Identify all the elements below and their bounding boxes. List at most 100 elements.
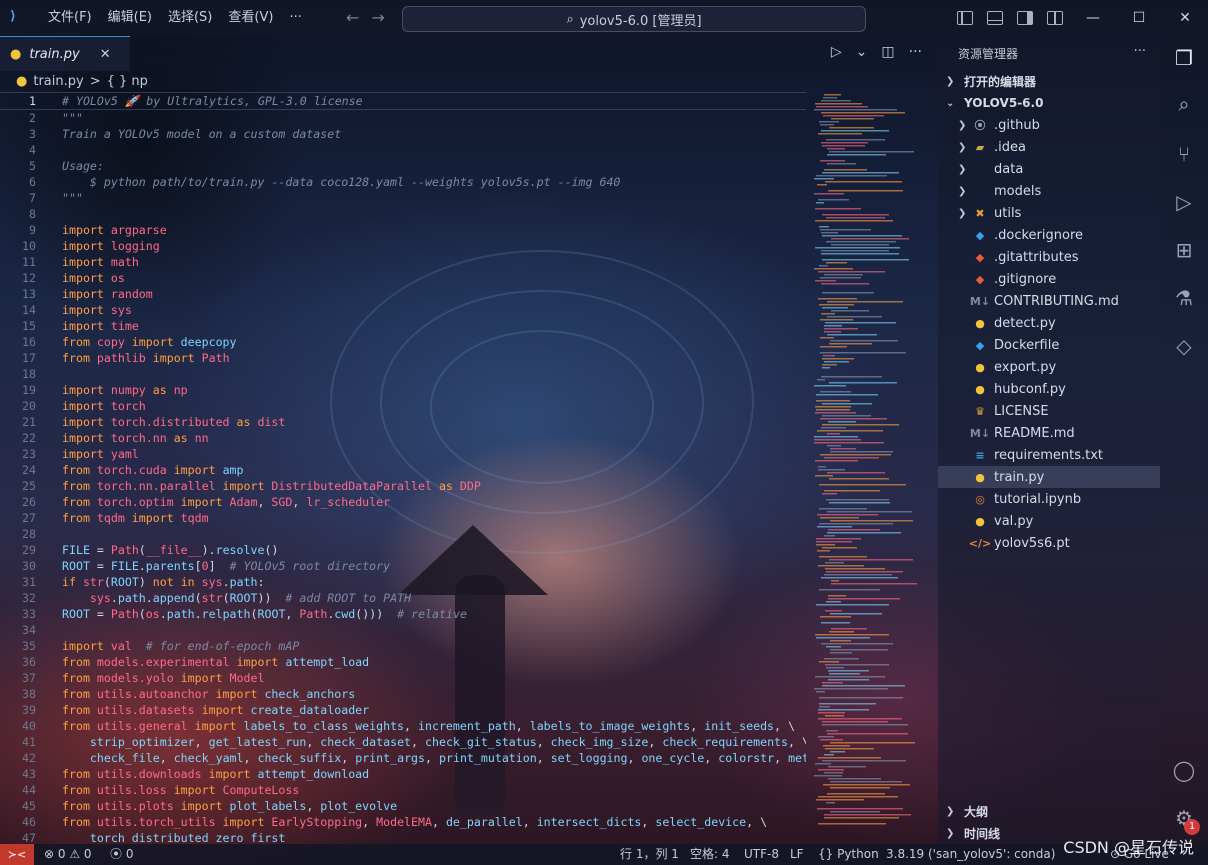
code-line[interactable]: 11 import math (0, 254, 806, 270)
menu-view[interactable]: 查看(V) (220, 0, 281, 36)
code-line[interactable]: 18 (0, 366, 806, 382)
tree-folder[interactable]: ❯ ✖ utils (938, 202, 1160, 224)
code-line[interactable]: 32 sys.path.append(str(ROOT)) # add ROOT… (0, 590, 806, 606)
code-line[interactable]: 46 from utils.torch_utils import EarlySto… (0, 814, 806, 830)
code-editor[interactable]: 1 # YOLOv5 🚀 by Ultralytics, GPL-3.0 lice… (0, 92, 806, 844)
tree-file[interactable]: ● train.py (938, 466, 1160, 488)
menu-selection[interactable]: 选择(S) (160, 0, 220, 36)
remote-explorer-icon[interactable]: ◇ (1172, 334, 1196, 358)
end-of-line[interactable]: LF (790, 844, 804, 865)
command-center-search[interactable]: ⌕ yolov5-6.0 [管理员] (402, 6, 866, 32)
code-line[interactable]: 27 from tqdm import tqdm (0, 510, 806, 526)
code-line[interactable]: 40 from utils.general import labels_to_cl… (0, 718, 806, 734)
breadcrumb-symbol[interactable]: { } np (107, 74, 148, 89)
code-line[interactable]: 39 from utils.datasets import create_data… (0, 702, 806, 718)
code-line[interactable]: 42 check_file, check_yaml, check_suffix,… (0, 750, 806, 766)
code-line[interactable]: 8 (0, 206, 806, 222)
tree-file[interactable]: ◆ .gitignore (938, 268, 1160, 290)
code-line[interactable]: 17 from pathlib import Path (0, 350, 806, 366)
code-line[interactable]: 5 Usage: (0, 158, 806, 174)
code-line[interactable]: 43 from utils.downloads import attempt_do… (0, 766, 806, 782)
code-line[interactable]: 38 from utils.autoanchor import check_anc… (0, 686, 806, 702)
problems-indicator[interactable]: ⊗ 0 ⚠ 0 (44, 844, 92, 865)
open-editors-section[interactable]: ❯ 打开的编辑器 (938, 70, 1160, 92)
code-line[interactable]: 31 if str(ROOT) not in sys.path: (0, 574, 806, 590)
ports-indicator[interactable]: ⦿ 0 (110, 844, 133, 865)
tree-file[interactable]: ● val.py (938, 510, 1160, 532)
code-line[interactable]: 37 from models.yolo import Model (0, 670, 806, 686)
chevron-down-icon[interactable]: ⌄ (856, 44, 868, 60)
code-line[interactable]: 41 strip_optimizer, get_latest_run, chec… (0, 734, 806, 750)
back-arrow-icon[interactable]: ← (346, 8, 359, 27)
tree-file[interactable]: ≡ requirements.txt (938, 444, 1160, 466)
code-line[interactable]: 3 Train a YOLOv5 model on a custom datase… (0, 126, 806, 142)
run-python-icon[interactable]: ▷ (831, 44, 842, 60)
testing-flask-icon[interactable]: ⚗ (1172, 286, 1196, 310)
tab-train-py[interactable]: ● train.py ✕ (0, 36, 130, 71)
maximize-button[interactable]: ☐ (1116, 0, 1162, 36)
menu-edit[interactable]: 编辑(E) (100, 0, 160, 36)
code-line[interactable]: 15 import time (0, 318, 806, 334)
toggle-panel-icon[interactable] (987, 11, 1003, 25)
tree-folder[interactable]: ❯ ⦿ .github (938, 114, 1160, 136)
code-line[interactable]: 29 FILE = Path(__file__).resolve() (0, 542, 806, 558)
split-editor-icon[interactable]: ◫ (881, 44, 894, 60)
code-line[interactable]: 2 """ (0, 110, 806, 126)
code-line[interactable]: 23 import yaml (0, 446, 806, 462)
code-line[interactable]: 26 from torch.optim import Adam, SGD, lr_… (0, 494, 806, 510)
tree-file[interactable]: ● hubconf.py (938, 378, 1160, 400)
cursor-position[interactable]: 行 1，列 1 (620, 844, 679, 865)
tree-file[interactable]: ● export.py (938, 356, 1160, 378)
tree-file[interactable]: ♛ LICENSE (938, 400, 1160, 422)
tree-file[interactable]: ◎ tutorial.ipynb (938, 488, 1160, 510)
code-line[interactable]: 9 import argparse (0, 222, 806, 238)
source-control-icon[interactable]: ⑂ (1172, 142, 1196, 166)
code-line[interactable]: 33 ROOT = Path(os.path.relpath(ROOT, Path… (0, 606, 806, 622)
code-line[interactable]: 16 from copy import deepcopy (0, 334, 806, 350)
tree-folder[interactable]: ❯ models (938, 180, 1160, 202)
toggle-primary-sidebar-icon[interactable] (957, 11, 973, 25)
tree-folder[interactable]: ❯ ▰ .idea (938, 136, 1160, 158)
code-line[interactable]: 19 import numpy as np (0, 382, 806, 398)
forward-arrow-icon[interactable]: → (371, 8, 384, 27)
project-root-section[interactable]: ⌄ YOLOV5-6.0 (938, 92, 1160, 114)
outline-section[interactable]: ❯ 大纲 (938, 800, 1160, 822)
tree-file[interactable]: ◆ .gitattributes (938, 246, 1160, 268)
tree-file[interactable]: ◆ Dockerfile (938, 334, 1160, 356)
tree-file[interactable]: ● detect.py (938, 312, 1160, 334)
code-line[interactable]: 20 import torch (0, 398, 806, 414)
python-interpreter[interactable]: 3.8.19 ('san_yolov5': conda) (886, 844, 1055, 865)
tree-file[interactable]: M↓ CONTRIBUTING.md (938, 290, 1160, 312)
code-line[interactable]: 6 $ python path/to/train.py --data coco1… (0, 174, 806, 190)
code-line[interactable]: 1 # YOLOv5 🚀 by Ultralytics, GPL-3.0 lice… (0, 92, 806, 110)
code-line[interactable]: 22 import torch.nn as nn (0, 430, 806, 446)
code-line[interactable]: 44 from utils.loss import ComputeLoss (0, 782, 806, 798)
code-line[interactable]: 36 from models.experimental import attemp… (0, 654, 806, 670)
code-line[interactable]: 24 from torch.cuda import amp (0, 462, 806, 478)
code-line[interactable]: 30 ROOT = FILE.parents[0] # YOLOv5 root d… (0, 558, 806, 574)
encoding[interactable]: UTF-8 (744, 844, 779, 865)
customize-layout-icon[interactable] (1047, 11, 1063, 25)
code-line[interactable]: 4 (0, 142, 806, 158)
code-line[interactable]: 45 from utils.plots import plot_labels, p… (0, 798, 806, 814)
code-line[interactable]: 25 from torch.nn.parallel import Distribu… (0, 478, 806, 494)
code-line[interactable]: 7 """ (0, 190, 806, 206)
menu-file[interactable]: 文件(F) (40, 0, 100, 36)
code-line[interactable]: 21 import torch.distributed as dist (0, 414, 806, 430)
more-actions-icon[interactable]: ··· (909, 44, 922, 60)
code-line[interactable]: 47 torch_distributed_zero_first (0, 830, 806, 844)
breadcrumb-file[interactable]: train.py (33, 74, 83, 89)
toggle-secondary-sidebar-icon[interactable] (1017, 11, 1033, 25)
code-line[interactable]: 34 (0, 622, 806, 638)
account-icon[interactable]: ◯ (1172, 758, 1196, 782)
remote-indicator-icon[interactable]: ≻< (0, 844, 34, 865)
run-debug-icon[interactable]: ▷ (1172, 190, 1196, 214)
search-icon[interactable]: ⌕ (1172, 92, 1196, 116)
code-line[interactable]: 12 import os (0, 270, 806, 286)
explorer-more-button[interactable]: ··· (1134, 44, 1146, 59)
explorer-files-icon[interactable]: ❐ (1172, 46, 1196, 70)
menu-more-button[interactable]: ··· (281, 0, 309, 36)
extensions-icon[interactable]: ⊞ (1172, 238, 1196, 262)
language-mode[interactable]: {} Python (818, 844, 879, 865)
code-line[interactable]: 35 import val # for end-of-epoch mAP (0, 638, 806, 654)
